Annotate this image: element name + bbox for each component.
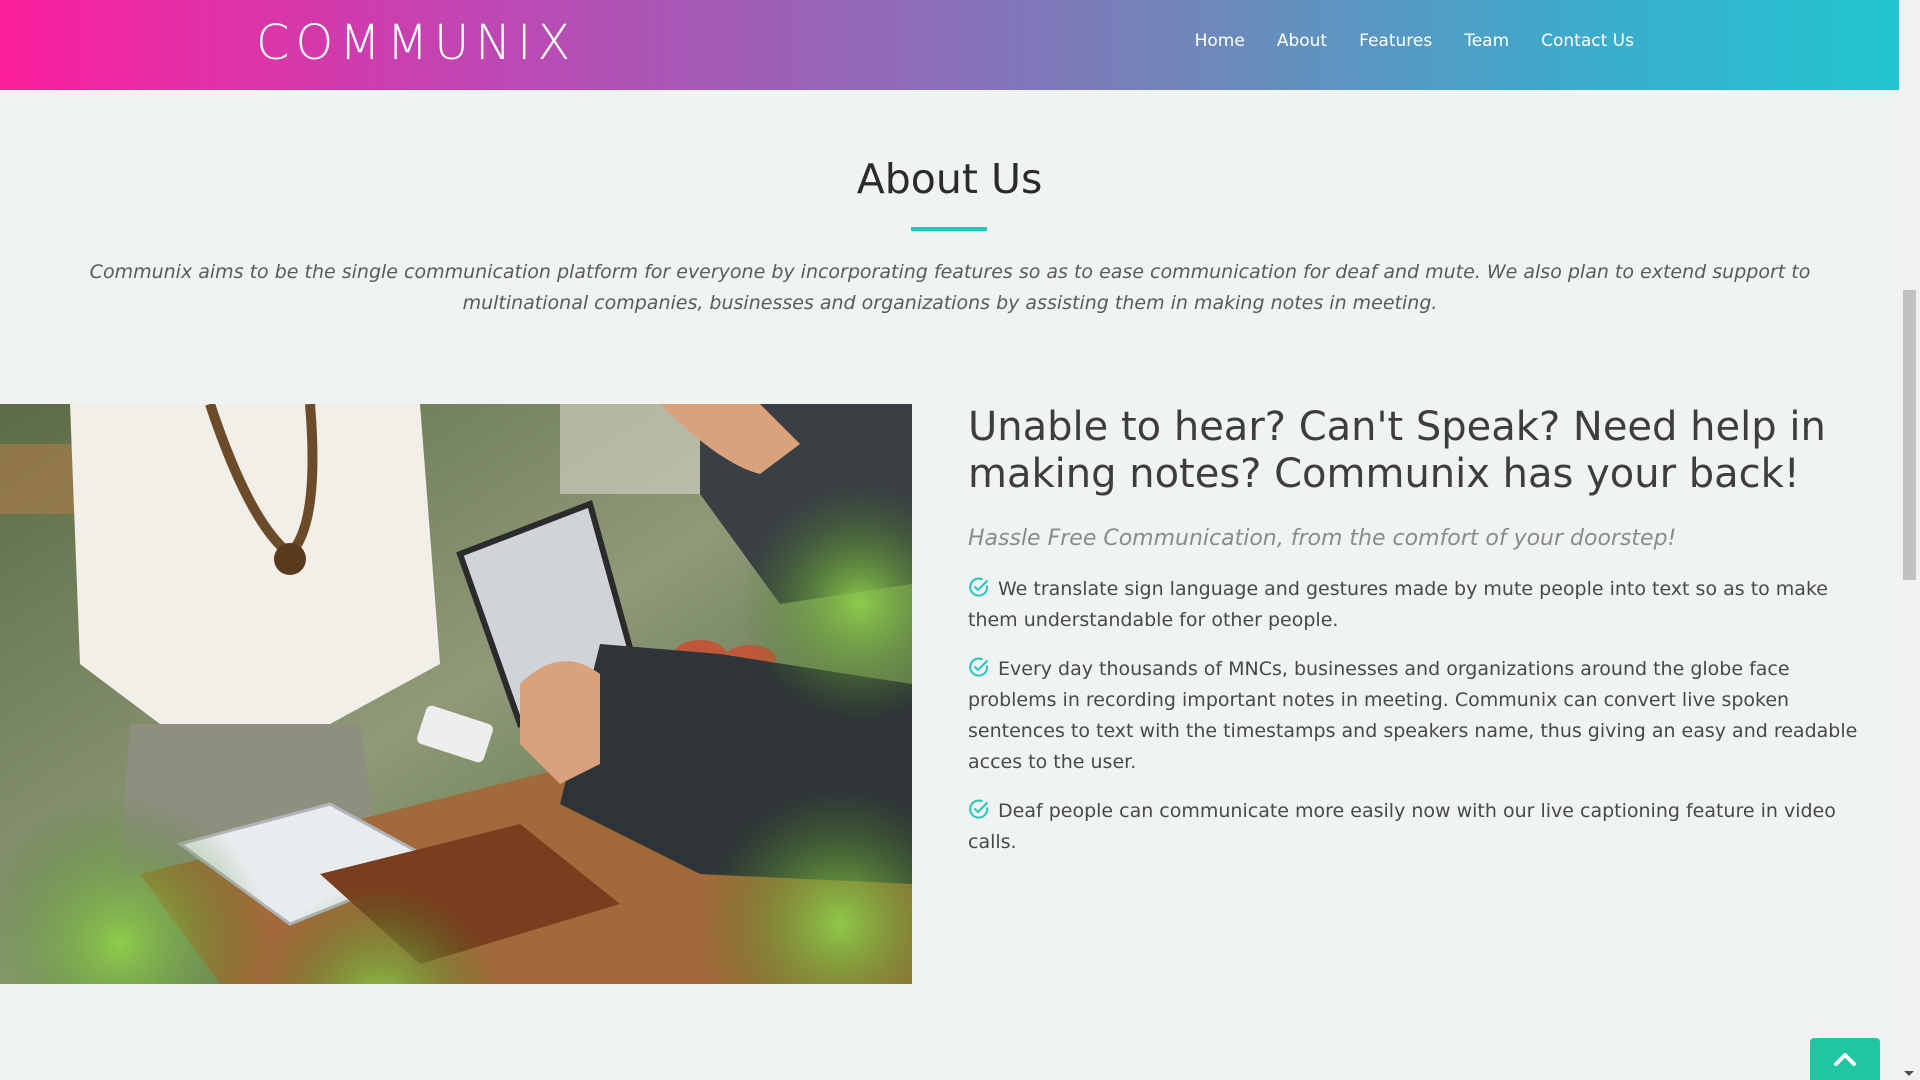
scrollbar-thumb[interactable] bbox=[1903, 290, 1916, 580]
nav-item-contact-us[interactable]: Contact Us bbox=[1541, 28, 1634, 54]
check-circle-icon bbox=[969, 657, 989, 677]
section-title: About Us bbox=[856, 155, 1043, 203]
navbar: COMMUNIX Home About Features Team Contac… bbox=[0, 0, 1899, 90]
feature-text: Every day thousands of MNCs, businesses … bbox=[968, 658, 1858, 773]
feature-list: We translate sign language and gestures … bbox=[968, 574, 1874, 858]
feature-text: We translate sign language and gestures … bbox=[968, 578, 1828, 631]
title-underline bbox=[911, 227, 987, 231]
meeting-photo bbox=[0, 404, 912, 984]
scroll-down-arrow-icon[interactable] bbox=[1904, 1071, 1914, 1076]
about-content: Unable to hear? Can't Speak? Need help i… bbox=[968, 404, 1874, 876]
brand-logo[interactable]: COMMUNIX bbox=[256, 14, 576, 72]
main-nav: Home About Features Team Contact Us bbox=[1195, 28, 1634, 54]
about-headline: Unable to hear? Can't Speak? Need help i… bbox=[968, 404, 1826, 497]
check-circle-icon bbox=[969, 577, 989, 597]
feature-item: Deaf people can communicate more easily … bbox=[968, 796, 1874, 858]
back-to-top-button[interactable] bbox=[1810, 1038, 1880, 1080]
feature-item: Every day thousands of MNCs, businesses … bbox=[968, 654, 1874, 778]
feature-item: We translate sign language and gestures … bbox=[968, 574, 1874, 636]
about-intro: Communix aims to be the single communica… bbox=[89, 261, 1811, 314]
nav-item-home[interactable]: Home bbox=[1195, 28, 1245, 54]
about-tagline: Hassle Free Communication, from the comf… bbox=[968, 526, 1677, 551]
chevron-up-icon bbox=[1834, 1053, 1856, 1066]
nav-item-features[interactable]: Features bbox=[1359, 28, 1432, 54]
nav-item-about[interactable]: About bbox=[1277, 28, 1327, 54]
check-circle-icon bbox=[969, 799, 989, 819]
page-scrollbar[interactable] bbox=[1899, 0, 1920, 1080]
feature-text: Deaf people can communicate more easily … bbox=[968, 800, 1836, 853]
page: COMMUNIX Home About Features Team Contac… bbox=[0, 0, 1920, 1080]
nav-item-team[interactable]: Team bbox=[1464, 28, 1509, 54]
